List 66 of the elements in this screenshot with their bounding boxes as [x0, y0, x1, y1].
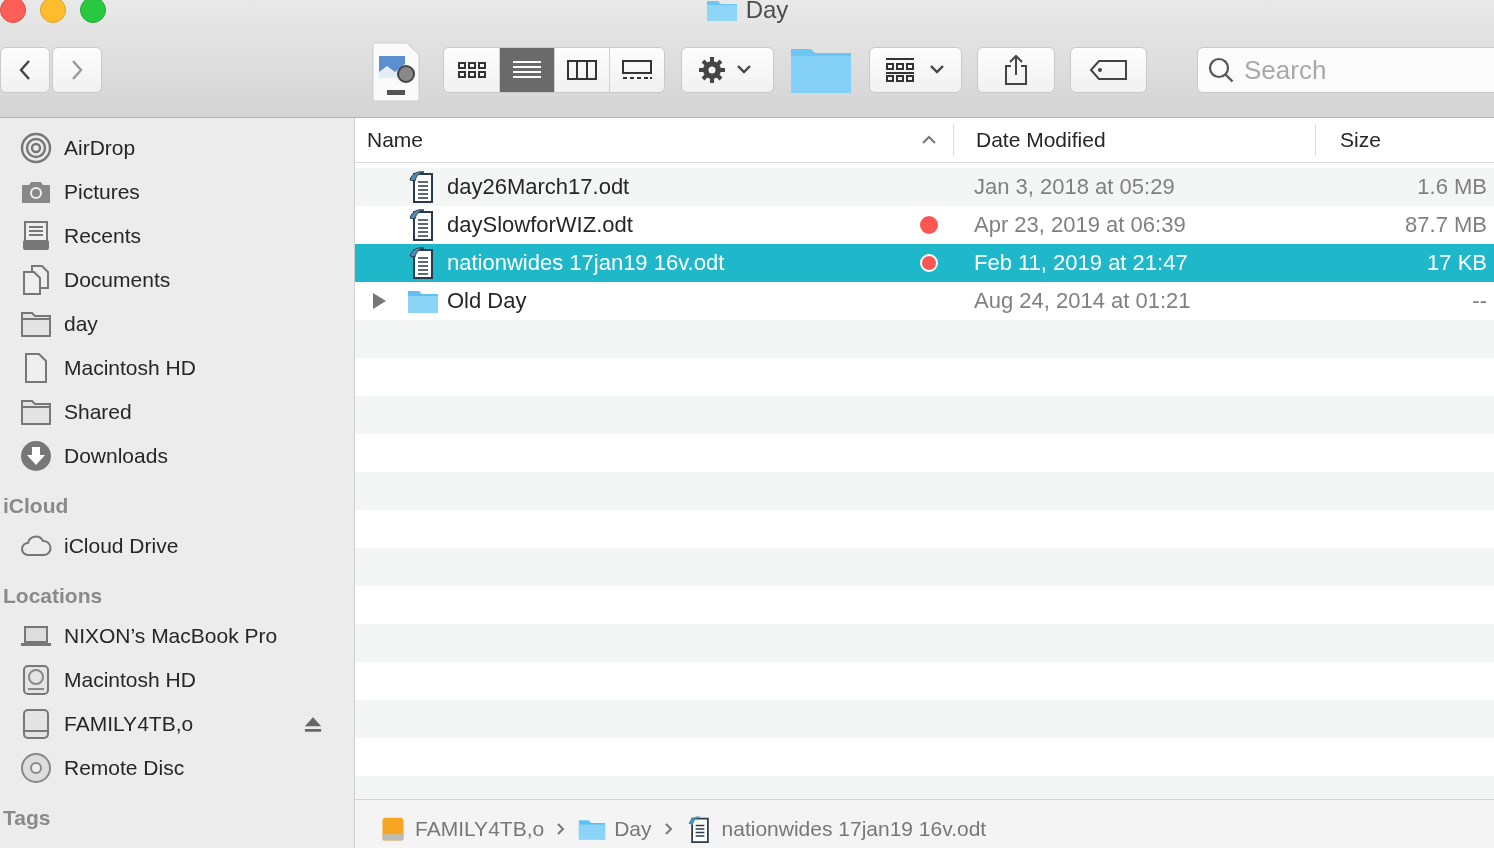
- eject-icon[interactable]: [304, 715, 322, 733]
- date-modified: Feb 11, 2019 at 21:47: [974, 250, 1188, 275]
- column-header[interactable]: Name: [355, 124, 954, 156]
- date-modified: Apr 23, 2019 at 06:39: [974, 212, 1186, 237]
- date-modified: Aug 24, 2014 at 01:21: [974, 288, 1191, 313]
- sidebar-item[interactable]: Macintosh HD: [64, 668, 196, 692]
- path-item[interactable]: nationwides 17jan19 16v.odt: [721, 817, 987, 841]
- file-row[interactable]: day26March17.odt Jan 3, 2018 at 05:29 1.6 MB: [355, 168, 1494, 206]
- group-menu-button[interactable]: [869, 47, 962, 93]
- chevron-left-icon: [17, 58, 33, 82]
- sidebar-item[interactable]: Shared: [64, 400, 132, 424]
- documents-icon: [20, 264, 52, 296]
- chevron-right-icon: [69, 58, 85, 82]
- date-modified: Jan 3, 2018 at 05:29: [974, 174, 1175, 199]
- expand-triangle-icon[interactable]: [371, 292, 387, 310]
- sidebar-item[interactable]: Pictures: [64, 180, 140, 204]
- sidebar-item[interactable]: AirDrop: [64, 136, 136, 160]
- file-size: --: [1472, 288, 1487, 313]
- sidebar-item[interactable]: Remote Disc: [64, 756, 185, 780]
- file-name: Old Day: [447, 288, 527, 314]
- sidebar-item[interactable]: NIXON’s MacBook Pro: [64, 624, 278, 648]
- file-name: daySlowforWIZ.odt: [447, 212, 633, 238]
- tag-icon: [1088, 58, 1129, 82]
- chevron-icon: [556, 821, 567, 837]
- sidebar-item[interactable]: Downloads: [64, 444, 168, 468]
- action-menu-button[interactable]: [681, 47, 774, 93]
- path-item[interactable]: Day: [614, 817, 652, 841]
- sidebar-item[interactable]: day: [64, 312, 98, 336]
- sidebar-item[interactable]: Macintosh HD: [64, 356, 196, 380]
- sidebar-item[interactable]: iCloud Drive: [64, 534, 179, 558]
- sidebar-item[interactable]: FAMILY4TB,o: [64, 712, 194, 736]
- tray-icon: [20, 220, 52, 252]
- path-item[interactable]: FAMILY4TB,o: [415, 817, 545, 841]
- file-size: 1.6 MB: [1417, 174, 1487, 199]
- folder-icon: [705, 0, 738, 22]
- window-title: Day: [745, 0, 789, 24]
- share-button[interactable]: [977, 47, 1055, 93]
- gallery-view-button[interactable]: [609, 48, 664, 92]
- image-file-icon[interactable]: [372, 42, 420, 102]
- disc-icon: [20, 752, 52, 784]
- file-name: nationwides 17jan19 16v.odt: [447, 250, 725, 276]
- sidebar-section-title: Locations: [2, 583, 104, 609]
- chevron-icon: [663, 821, 674, 837]
- icon-view-button[interactable]: [444, 48, 499, 92]
- file-size: 17 KB: [1427, 250, 1487, 275]
- file-size: 87.7 MB: [1405, 212, 1487, 237]
- column-header[interactable]: Size: [1316, 118, 1494, 162]
- download-icon: [20, 440, 52, 472]
- airdrop-icon: [20, 132, 52, 164]
- close-button[interactable]: [0, 0, 26, 23]
- file-name: day26March17.odt: [447, 174, 630, 200]
- column-header[interactable]: Date Modified: [954, 124, 1316, 156]
- back-button[interactable]: [0, 47, 50, 93]
- search-field[interactable]: Search: [1197, 47, 1494, 93]
- columns-view-icon: [566, 58, 598, 82]
- search-icon: [1207, 56, 1235, 84]
- sidebar-section-title: Tags: [2, 805, 52, 831]
- sidebar-item[interactable]: Documents: [64, 268, 171, 292]
- gallery-view-icon: [621, 58, 653, 82]
- column-view-button[interactable]: [554, 48, 609, 92]
- tag-button[interactable]: [1070, 47, 1147, 93]
- list-view-button[interactable]: [499, 48, 554, 92]
- sidebar-section-title: iCloud: [2, 493, 70, 519]
- share-icon: [1002, 54, 1030, 86]
- sidebar-item[interactable]: Recents: [64, 224, 142, 248]
- drive-icon: [20, 708, 52, 740]
